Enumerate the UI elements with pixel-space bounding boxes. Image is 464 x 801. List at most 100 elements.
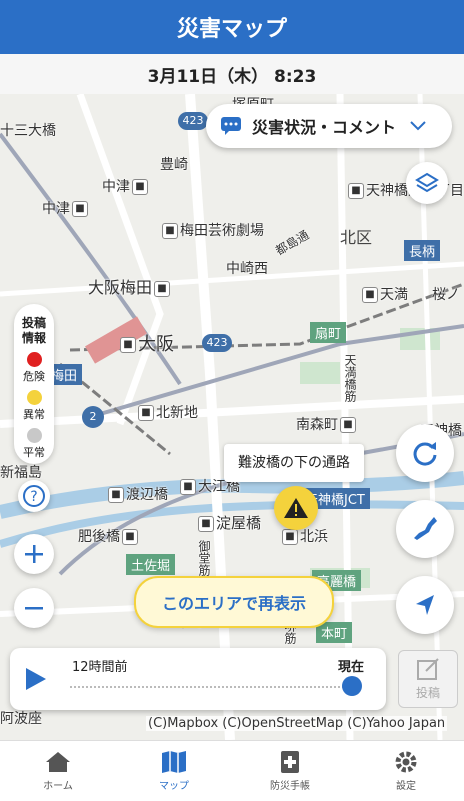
timeline-end-label: 現在 (338, 660, 365, 675)
refresh-area-button[interactable]: このエリアで再表示 (134, 576, 334, 628)
play-icon[interactable] (24, 666, 48, 692)
help-button[interactable]: ? (18, 480, 50, 512)
japan-map-icon (414, 517, 437, 540)
station-icon: ■ (362, 287, 378, 303)
map-label: ■ 梅田芸術劇場 (160, 220, 264, 240)
warning-marker[interactable] (274, 486, 318, 530)
zoom-out-button[interactable] (14, 588, 54, 628)
danger-dot (26, 352, 42, 367)
tab-notebook[interactable]: 防災手帳 (232, 741, 348, 801)
tab-label: 防災手帳 (270, 781, 310, 792)
map-label: 御堂筋 (197, 540, 211, 576)
legend-title-2: 情報 (21, 331, 46, 345)
map-view[interactable]: 十三大橋 豊崎 中津 ■ 中津 ■ ■ 梅田芸術劇場 中崎西 大阪梅田 ■ ■ 大阪 ■ 北… (0, 94, 464, 740)
map-label: ■ 北浜 (280, 526, 328, 546)
map-label: 土佐堀 (126, 554, 176, 575)
station-icon: ■ (138, 405, 154, 421)
map-label-text: 大阪梅田 (88, 278, 153, 297)
zoom-in-button[interactable] (14, 534, 54, 574)
app-title: 災害マップ (176, 17, 287, 42)
filter-dropdown[interactable]: 災害状況・コメント (206, 104, 452, 148)
map-label: ■ 天満 (360, 284, 408, 304)
location-arrow-icon (416, 595, 434, 615)
legend: 投稿 情報 危険 異常 平常 (14, 304, 54, 464)
notebook-icon (281, 751, 299, 773)
timeline-start-label: 12時間前 (72, 660, 128, 675)
map-label: 桜ノ (432, 287, 460, 303)
station-icon: ■ (282, 529, 298, 545)
station-icon: ■ (348, 183, 364, 199)
time-slider-panel: 12時間前 現在 (10, 648, 386, 710)
plus-icon (25, 545, 43, 563)
station-icon: ■ (340, 417, 356, 433)
legend-label: 平常 (23, 446, 45, 459)
comment-icon (221, 117, 241, 135)
map-label: 豊崎 (160, 157, 188, 173)
ward-label: 北区 (340, 228, 373, 247)
map-label-text: 大阪 (138, 334, 174, 355)
chevron-down-icon (410, 121, 426, 131)
layers-icon (415, 172, 439, 193)
station-icon: ■ (180, 479, 196, 495)
map-label-text: 梅田芸術劇場 (180, 223, 264, 239)
post-button[interactable]: 投稿 (398, 650, 458, 708)
map-label: 長柄 (404, 240, 441, 261)
legend-label: 危険 (23, 370, 45, 383)
callout-text: 難波橋の下の通路 (238, 455, 350, 471)
tab-map[interactable]: マップ (116, 741, 232, 801)
map-label: 扇町 (310, 322, 347, 343)
map-label: 南森町 ■ (296, 414, 358, 434)
map-label-text: 中津 (42, 201, 70, 217)
station-icon: ■ (154, 280, 171, 297)
route-shield: 2 (82, 406, 104, 428)
map-label: 肥後橋 ■ (78, 526, 140, 546)
route-shield: 423 (178, 112, 208, 130)
map-label: ■ 渡辺橋 (106, 484, 168, 504)
refresh-icon (413, 442, 437, 466)
time-slider-thumb[interactable] (342, 676, 362, 696)
warning-dot (26, 390, 42, 405)
station-icon: ■ (120, 337, 136, 353)
minus-icon (25, 607, 43, 610)
app-header: 災害マップ (0, 0, 464, 54)
map-label: ■ 淀屋橋 (196, 512, 261, 533)
layers-button[interactable] (406, 162, 448, 204)
route-shield: 423 (202, 334, 232, 352)
station-icon: ■ (72, 201, 88, 217)
map-label: 中津 ■ (42, 198, 90, 218)
filter-label: 災害状況・コメント (252, 118, 397, 137)
station-icon: ■ (198, 515, 214, 532)
map-attribution: (C)Mapbox (C)OpenStreetMap (C)Yahoo Japa… (146, 716, 448, 731)
map-label: 中津 ■ (102, 176, 150, 196)
map-label: ■ 大阪 (118, 330, 174, 356)
time-slider-track[interactable] (70, 686, 352, 688)
svg-text:?: ? (30, 489, 37, 505)
map-label-text: 渡辺橋 (126, 487, 168, 503)
legend-title: 投稿 情報 (14, 316, 54, 346)
map-label: 阿波座 (0, 711, 42, 727)
map-label: 本町 (316, 622, 353, 643)
map-icon (162, 751, 186, 773)
post-button-label: 投稿 (415, 686, 440, 700)
reload-button[interactable] (396, 424, 454, 482)
tab-settings[interactable]: 設定 (348, 741, 464, 801)
japan-view-button[interactable] (396, 500, 454, 558)
tab-label: 設定 (396, 781, 416, 792)
map-label: 天満橋筋 (343, 354, 357, 402)
map-label-text: 北浜 (300, 529, 328, 545)
map-label-text: 淀屋橋 (216, 514, 262, 532)
map-label-text: 南森町 (296, 417, 338, 433)
current-location-button[interactable] (396, 576, 454, 634)
map-label: 中崎西 (226, 261, 268, 277)
map-label-text: 肥後橋 (78, 529, 120, 545)
tab-home[interactable]: ホーム (0, 741, 116, 801)
map-label-text: 天満 (380, 287, 408, 303)
pencil-icon (417, 658, 439, 680)
theater-icon: ■ (162, 223, 178, 239)
report-callout[interactable]: 難波橋の下の通路 (224, 444, 364, 482)
map-label: 新福島 (0, 465, 42, 481)
datetime-bar: 3月11日（木） 8:23 (0, 54, 464, 94)
map-label-text: 中津 (102, 179, 130, 195)
map-label-text: 北新地 (156, 405, 198, 421)
warning-icon (284, 498, 308, 518)
